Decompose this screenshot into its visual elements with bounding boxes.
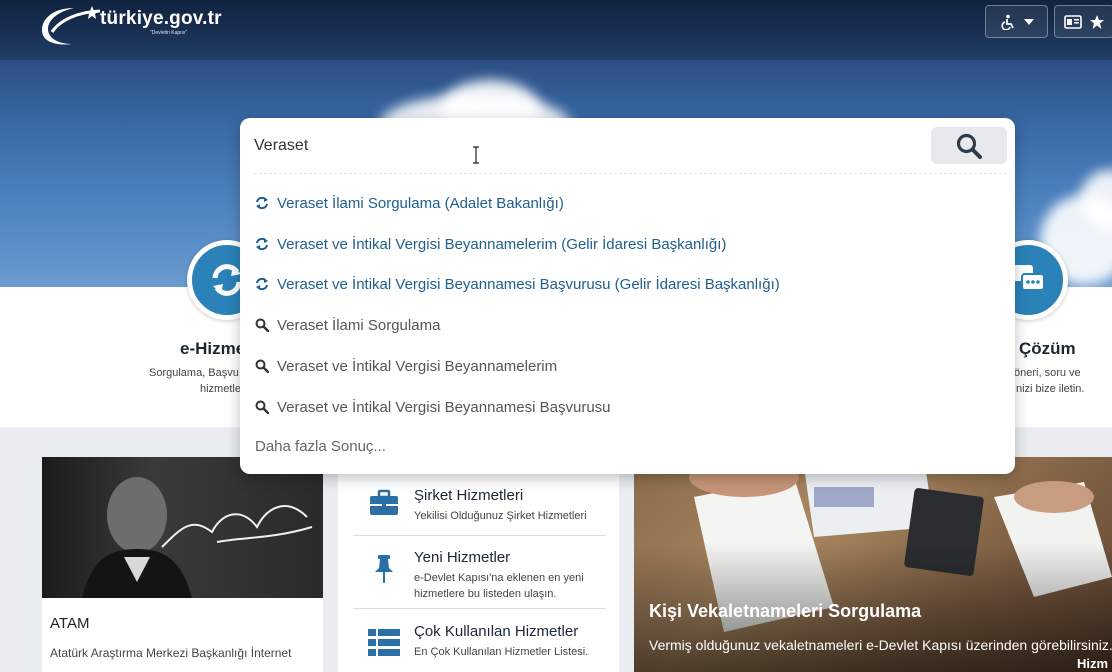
refresh-icon	[256, 196, 268, 210]
band-left-desc-2: hizmetle	[200, 383, 241, 395]
divider	[353, 608, 605, 609]
site-logo[interactable]: türkiye.gov.tr "Devletin Kapısı"	[38, 2, 248, 48]
suggestion-item[interactable]: Veraset ve İntikal Vergisi Beyannamesi B…	[255, 273, 780, 295]
service-desc: e-Devlet Kapısı'na eklenen en yeni hizme…	[414, 572, 584, 600]
search-icon	[255, 359, 269, 373]
service-desc: Yekilisi Olduğunuz Şirket Hizmetleri	[414, 510, 587, 522]
crescent-star-icon	[42, 6, 101, 45]
suggestion-item[interactable]: Veraset İlami Sorgulama (Adalet Bakanlığ…	[255, 192, 564, 214]
more-results-link[interactable]: Daha fazla Sonuç...	[255, 438, 386, 455]
suggestion-label: Veraset ve İntikal Vergisi Beyannameleri…	[277, 235, 727, 253]
search-panel: Veraset İlami Sorgulama (Adalet Bakanlığ…	[240, 118, 1015, 474]
text-cursor-icon	[473, 146, 479, 164]
feature-card[interactable]: Kişi Vekaletnameleri Sorgulama Vermiş ol…	[634, 457, 1112, 672]
ataturk-portrait-image	[82, 477, 313, 598]
refresh-icon	[256, 237, 268, 251]
band-left-desc-1: Sorgulama, Başvu	[149, 367, 239, 379]
accessibility-button[interactable]	[985, 5, 1048, 38]
service-desc: En Çok Kullanılan Hizmetler Listesi.	[414, 646, 589, 658]
band-right-desc-2: nizi bize iletin.	[1016, 383, 1085, 395]
star-icon	[1090, 14, 1104, 29]
band-left-title: e-Hizme	[180, 339, 246, 358]
service-item-cok-kullanilan[interactable]: Çok Kullanılan Hizmetler En Çok Kullanıl…	[353, 613, 605, 672]
suggestion-label: Veraset İlami Sorgulama	[277, 316, 441, 334]
suggestion-item[interactable]: Veraset ve İntikal Vergisi Beyannamesi B…	[255, 396, 611, 418]
search-button[interactable]	[931, 127, 1007, 164]
feature-title: Kişi Vekaletnameleri Sorgulama	[649, 601, 922, 621]
suggestion-label: Veraset ve İntikal Vergisi Beyannameleri…	[277, 357, 558, 375]
wheelchair-icon	[1000, 14, 1014, 30]
suggestion-item[interactable]: Veraset İlami Sorgulama	[255, 314, 440, 336]
feature-desc: Vermiş olduğunuz vekaletnameleri e-Devle…	[649, 637, 1112, 653]
services-card: Şirket Hizmetleri Yekilisi Olduğunuz Şir…	[338, 457, 619, 672]
search-divider	[254, 173, 1007, 174]
atam-title: ATAM	[50, 615, 90, 632]
divider	[353, 535, 605, 536]
feature-desc-tail: Hizm	[1076, 656, 1108, 671]
search-icon	[255, 318, 269, 332]
logo-text: türkiye.gov.tr	[100, 8, 222, 29]
logo-subtitle: "Devletin Kapısı"	[150, 30, 188, 36]
band-right-title: Çözüm	[1019, 339, 1076, 358]
atam-desc: Atatürk Araştırma Merkezi Başkanlığı İnt…	[50, 646, 292, 660]
service-title: Şirket Hizmetleri	[414, 487, 524, 504]
list-icon	[368, 629, 400, 656]
search-input[interactable]	[254, 133, 914, 159]
id-card-icon	[1064, 14, 1082, 29]
id-card-favorites-button[interactable]	[1054, 5, 1112, 38]
atam-card[interactable]: ATAM Atatürk Araştırma Merkezi Başkanlığ…	[42, 457, 323, 672]
suggestion-label: Veraset ve İntikal Vergisi Beyannamesi B…	[277, 275, 780, 293]
suggestion-item[interactable]: Veraset ve İntikal Vergisi Beyannameleri…	[255, 355, 557, 377]
caret-down-icon	[1023, 18, 1034, 25]
service-title: Yeni Hizmetler	[414, 549, 511, 566]
refresh-icon	[256, 277, 268, 291]
suggestion-label: Veraset ve İntikal Vergisi Beyannamesi B…	[277, 398, 611, 416]
search-icon	[956, 133, 982, 159]
suggestion-label: Veraset İlami Sorgulama (Adalet Bakanlığ…	[277, 194, 564, 212]
top-bar: türkiye.gov.tr "Devletin Kapısı"	[0, 0, 1112, 60]
briefcase-icon	[370, 489, 398, 515]
band-right-desc-1: öneri, soru ve	[1014, 367, 1081, 379]
service-title: Çok Kullanılan Hizmetler	[414, 623, 579, 640]
ataturk-photo	[42, 457, 323, 598]
search-icon	[255, 400, 269, 414]
service-item-yeni[interactable]: Yeni Hizmetler e-Devlet Kapısı'na eklene…	[353, 539, 605, 611]
pin-icon	[375, 555, 393, 583]
suggestion-item[interactable]: Veraset ve İntikal Vergisi Beyannameleri…	[255, 233, 726, 255]
